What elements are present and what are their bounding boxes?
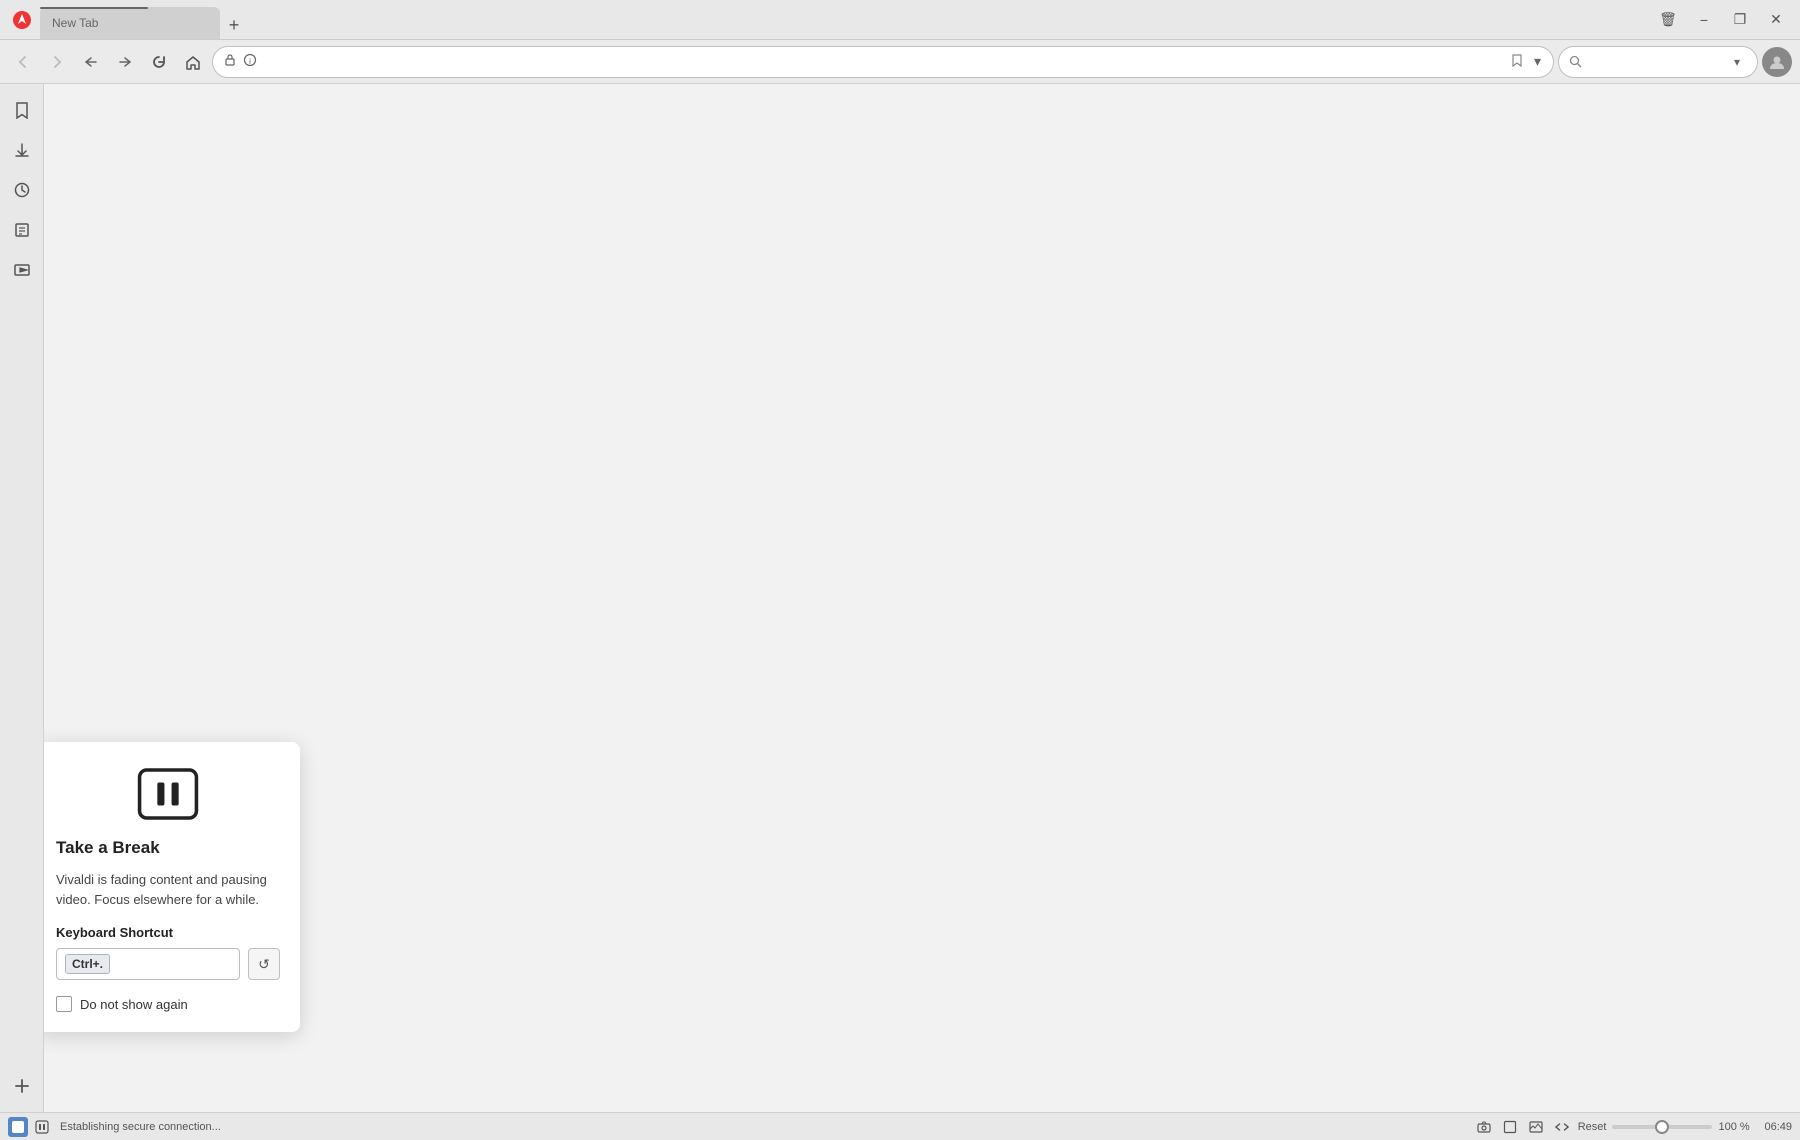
search-dropdown-icon[interactable]: ▾ — [1734, 55, 1740, 69]
title-bar: New Tab + 🗑 − ❐ ✕ — [0, 0, 1800, 40]
minimize-button[interactable]: − — [1688, 6, 1720, 34]
shortcut-input[interactable]: Ctrl+. — [56, 948, 240, 980]
search-bar: ▾ — [1558, 46, 1758, 78]
status-left: Establishing secure connection... — [8, 1117, 221, 1137]
popup-description: Vivaldi is fading content and pausing vi… — [56, 870, 280, 909]
time-display: 06:49 — [1764, 1121, 1792, 1133]
rewind-button[interactable] — [76, 47, 106, 77]
svg-text:i: i — [249, 57, 251, 66]
sidebar-item-bookmarks[interactable] — [4, 92, 40, 128]
zoom-slider[interactable] — [1612, 1125, 1712, 1129]
address-input[interactable] — [263, 54, 1502, 69]
connection-status: Establishing secure connection... — [60, 1121, 221, 1133]
new-tab-button[interactable]: + — [220, 11, 248, 39]
zoom-percent: 100 % — [1718, 1121, 1754, 1133]
popup-title: Take a Break — [56, 838, 280, 858]
sidebar-item-capture[interactable] — [4, 252, 40, 288]
status-icon-break[interactable] — [32, 1117, 52, 1137]
zoom-thumb[interactable] — [1655, 1120, 1669, 1134]
vivaldi-logo[interactable] — [8, 6, 36, 34]
sidebar-item-notes[interactable] — [4, 212, 40, 248]
break-icon — [136, 766, 200, 822]
fast-forward-button[interactable] — [110, 47, 140, 77]
sidebar — [0, 84, 44, 1112]
shortcut-reset-button[interactable]: ↺ — [248, 948, 280, 980]
shortcut-key: Ctrl+. — [65, 954, 110, 974]
maximize-button[interactable]: ❐ — [1724, 6, 1756, 34]
code-icon[interactable] — [1552, 1117, 1572, 1137]
status-bar: Establishing secure connection... Reset … — [0, 1112, 1800, 1140]
camera-icon[interactable] — [1474, 1117, 1494, 1137]
home-button[interactable] — [178, 47, 208, 77]
address-bar: i ▾ — [212, 46, 1554, 78]
popup-icon-container — [56, 766, 280, 822]
tab-label: New Tab — [52, 16, 98, 30]
status-icon-active[interactable] — [8, 1117, 28, 1137]
sidebar-add-button[interactable] — [4, 1068, 40, 1104]
sidebar-item-downloads[interactable] — [4, 132, 40, 168]
main-area: Take a Break Vivaldi is fading content a… — [0, 84, 1800, 1112]
trash-button[interactable]: 🗑 — [1652, 6, 1684, 34]
back-button[interactable] — [8, 47, 38, 77]
do-not-show-checkbox[interactable] — [56, 996, 72, 1012]
avatar-button[interactable] — [1762, 47, 1792, 77]
do-not-show-row: Do not show again — [56, 996, 188, 1012]
status-right: Reset 100 % 06:49 — [1474, 1117, 1792, 1137]
bookmark-icon[interactable] — [1508, 51, 1526, 72]
window-icon[interactable] — [1500, 1117, 1520, 1137]
browser-tab[interactable]: New Tab — [40, 7, 220, 39]
sidebar-item-history[interactable] — [4, 172, 40, 208]
window-controls: 🗑 − ❐ ✕ — [1652, 6, 1792, 34]
tab-bar: New Tab + — [40, 0, 1648, 39]
image-icon[interactable] — [1526, 1117, 1546, 1137]
forward-button[interactable] — [42, 47, 72, 77]
security-icon[interactable] — [223, 53, 237, 70]
close-button[interactable]: ✕ — [1760, 6, 1792, 34]
take-a-break-popup: Take a Break Vivaldi is fading content a… — [44, 742, 300, 1032]
bookmark-dropdown-icon[interactable]: ▾ — [1532, 51, 1543, 72]
search-input[interactable] — [1588, 54, 1728, 69]
shortcut-label: Keyboard Shortcut — [56, 925, 173, 940]
zoom-reset-label[interactable]: Reset — [1578, 1121, 1607, 1133]
do-not-show-label[interactable]: Do not show again — [80, 997, 188, 1012]
shortcut-row: Ctrl+. ↺ — [56, 948, 280, 980]
nav-bar: i ▾ ▾ — [0, 40, 1800, 84]
content-area: Take a Break Vivaldi is fading content a… — [44, 84, 1800, 1112]
search-icon — [1569, 55, 1582, 68]
info-icon[interactable]: i — [243, 53, 257, 70]
reload-button[interactable] — [144, 47, 174, 77]
